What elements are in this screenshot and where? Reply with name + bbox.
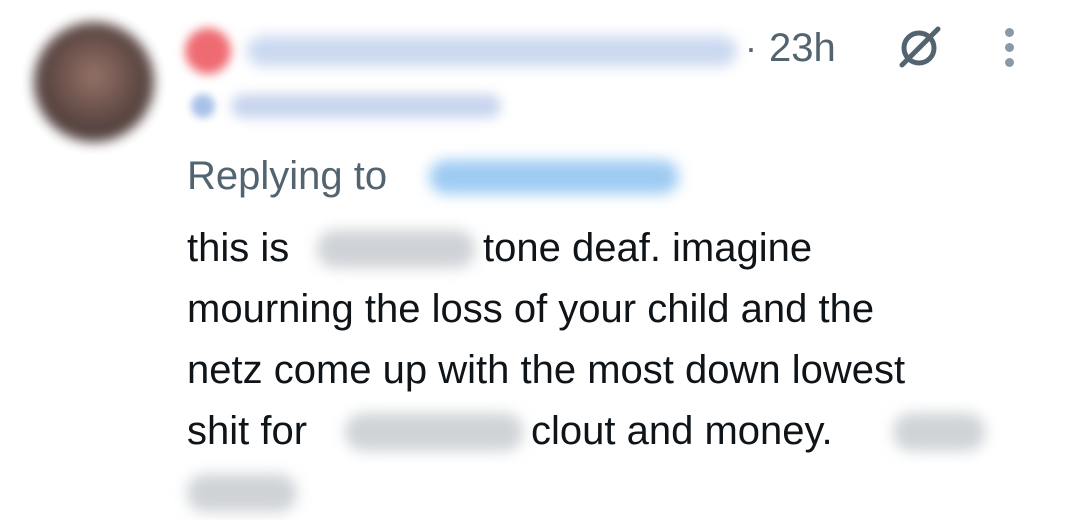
tweet-line-2: mourning the loss of your child and the (187, 279, 1067, 340)
replying-to: Replying to (187, 150, 1057, 202)
redacted-word (345, 413, 523, 451)
more-options-icon[interactable] (1001, 28, 1017, 76)
tweet-body: this is tone deaf. imagine mourning the … (187, 218, 1067, 520)
redacted-display-name[interactable] (247, 36, 737, 66)
redacted-word (187, 474, 297, 512)
avatar[interactable] (34, 22, 154, 142)
tweet-line-3: netz come up with the most down lowest (187, 340, 1067, 401)
tweet-text-segment: mourning the loss of your child and the (187, 287, 875, 331)
tweet-text-segment: tone deaf. imagine (483, 226, 813, 270)
grok-icon[interactable] (893, 22, 945, 74)
timestamp-separator: · (745, 27, 757, 68)
tweet-line-5 (187, 462, 1067, 520)
tweet-text-segment: netz come up with the most down lowest (187, 348, 906, 392)
subtitle-badge-icon (191, 94, 215, 118)
tweet-text-segment: this is (187, 226, 290, 270)
redacted-reply-handle[interactable] (429, 160, 679, 194)
tweet-line-4: shit for clout and money. (187, 401, 1067, 462)
tweet-text-segment: clout and money. (531, 409, 833, 453)
replying-to-label: Replying to (187, 154, 388, 198)
user-badge-icon (185, 28, 231, 74)
redacted-word (317, 230, 475, 268)
tweet-header: · 23h (185, 20, 1055, 80)
tweet-text-segment: shit for (187, 409, 308, 453)
tweet-line-1: this is tone deaf. imagine (187, 218, 1067, 279)
timestamp[interactable]: 23h (769, 22, 836, 74)
redacted-subtitle (185, 86, 515, 126)
redacted-subtitle-text (231, 94, 501, 118)
redacted-word (893, 413, 985, 451)
tweet-reply: · 23h Replying to this is tone deaf. ima… (0, 0, 1080, 520)
